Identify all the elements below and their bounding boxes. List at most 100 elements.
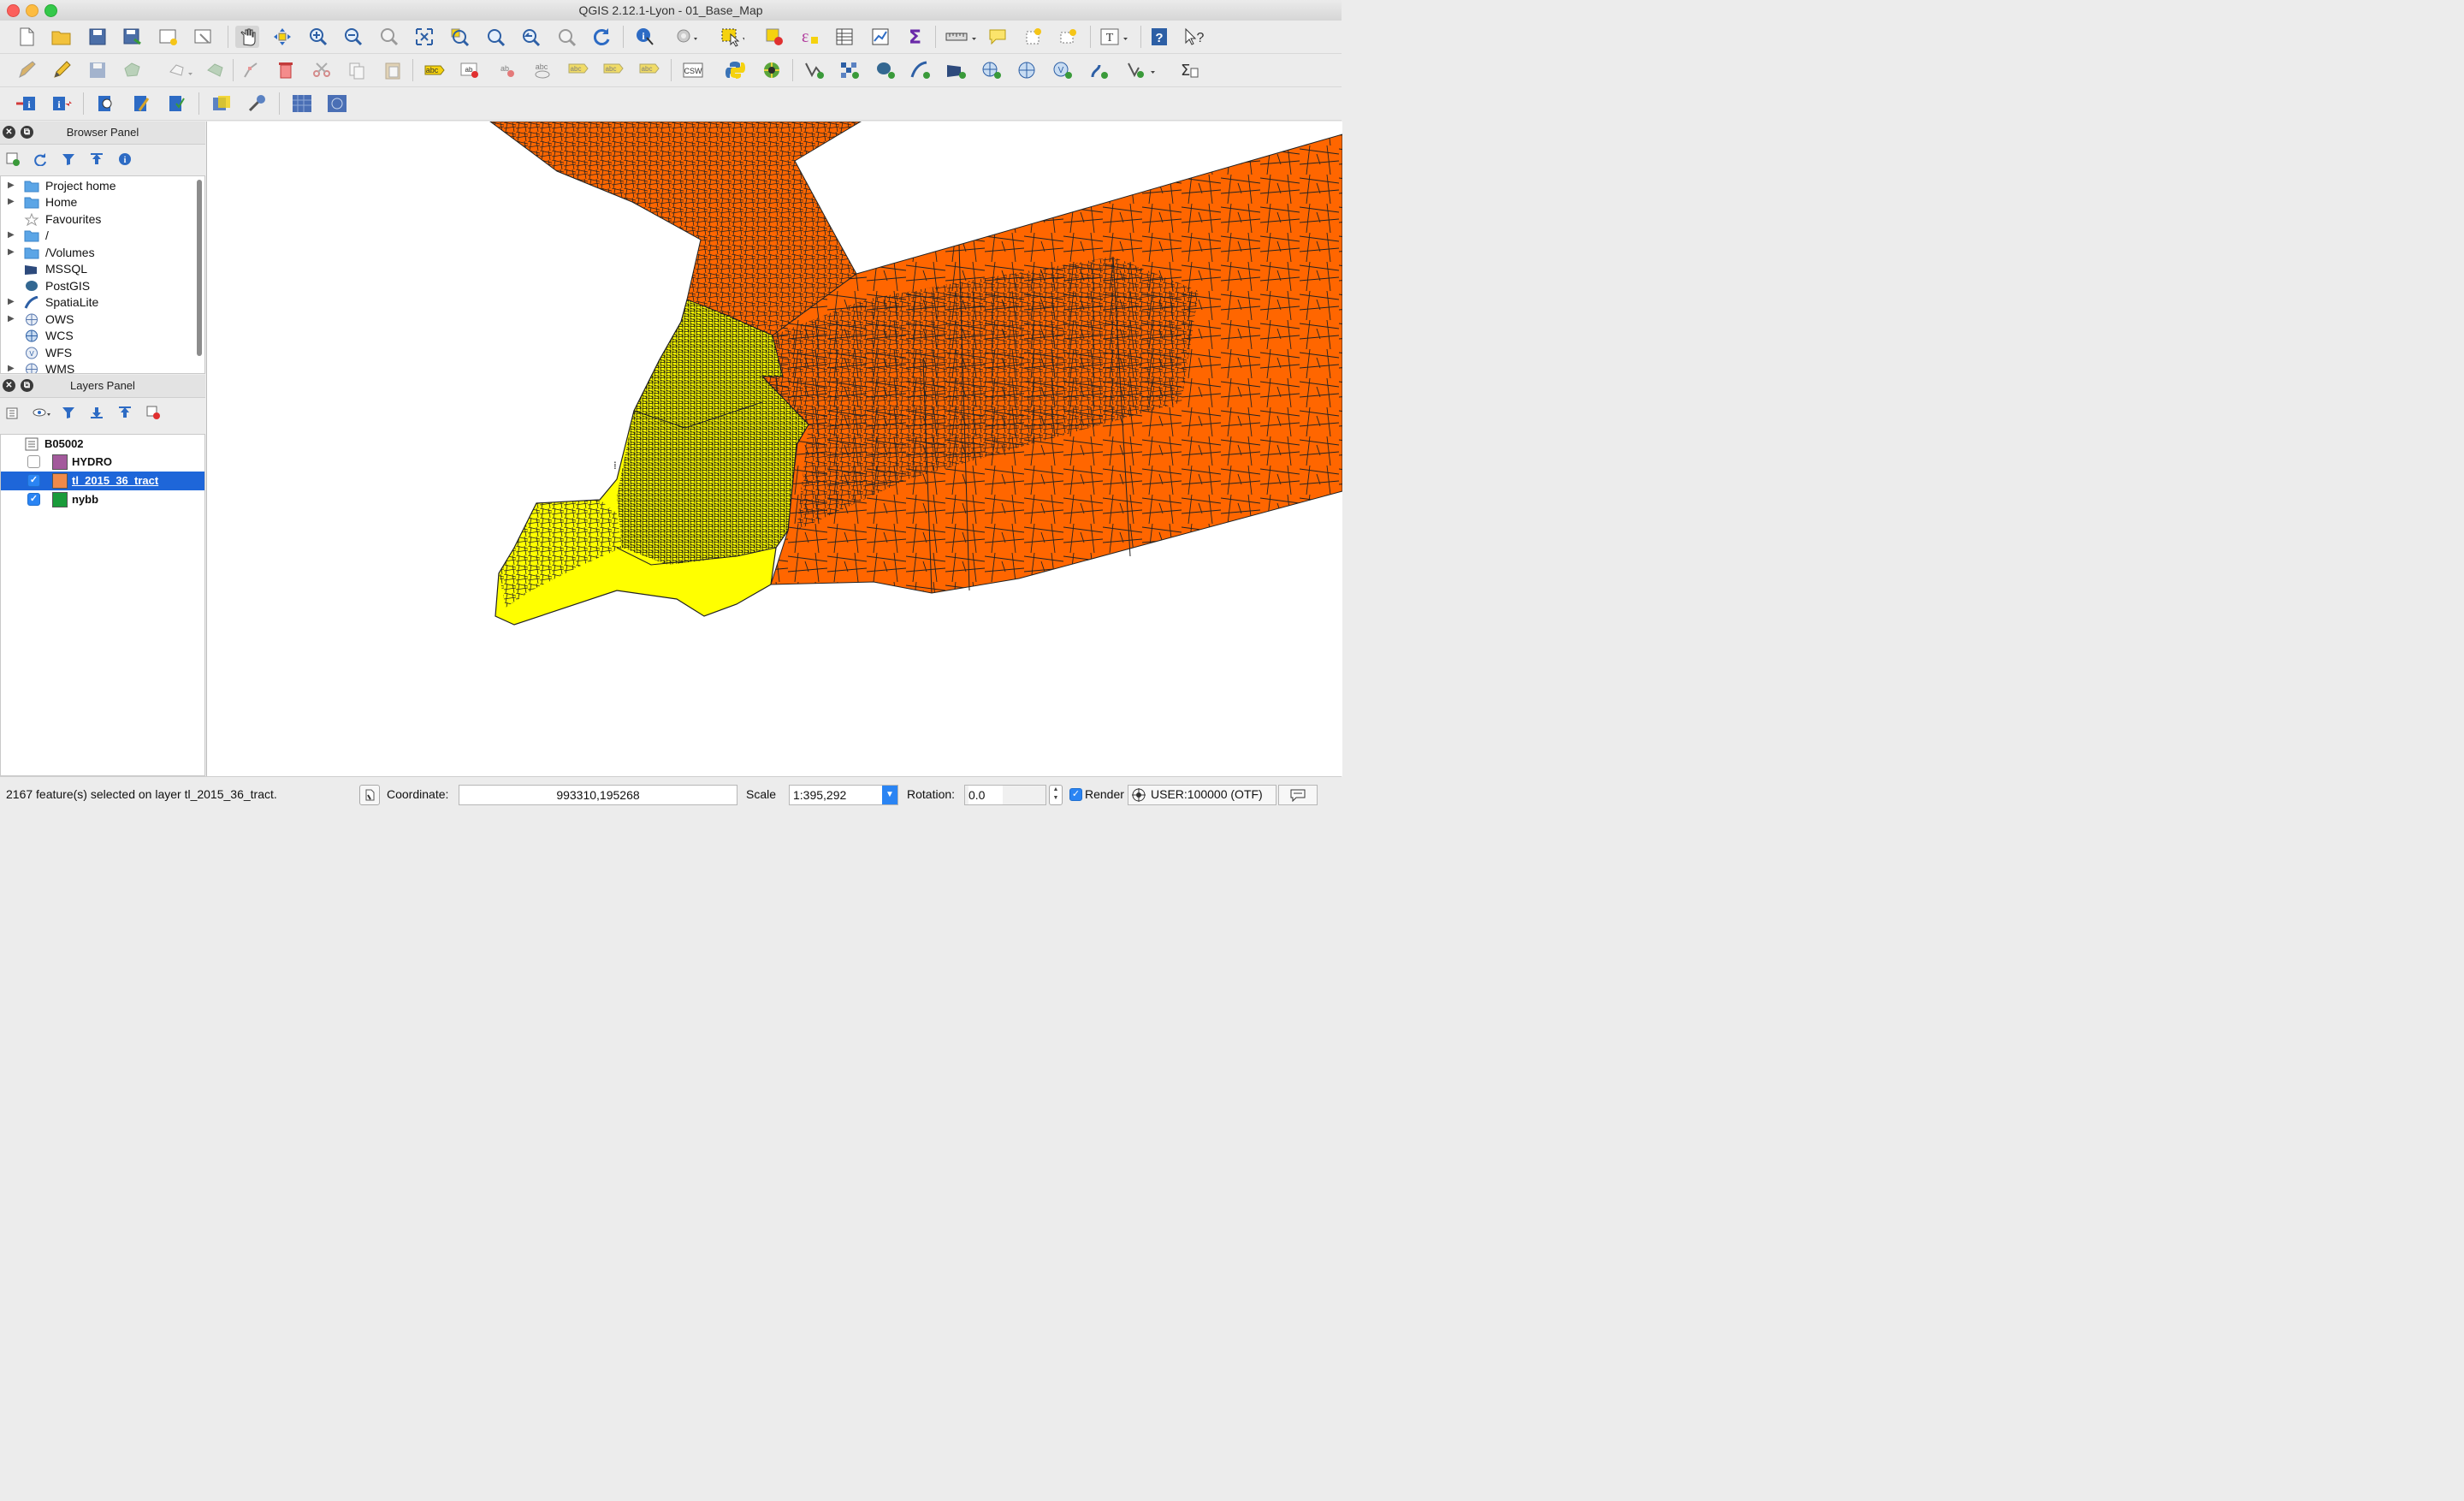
add-group-icon[interactable] <box>5 405 21 420</box>
new-print-composer-icon[interactable] <box>157 26 181 48</box>
zoom-actual-size-icon[interactable] <box>377 26 401 48</box>
change-label-icon[interactable]: abc <box>637 59 661 81</box>
remove-layer-icon[interactable] <box>145 405 161 420</box>
expand-arrow-icon[interactable]: ▶ <box>8 247 15 257</box>
browser-item-wms[interactable]: ▶ WMS <box>1 361 194 373</box>
field-calculator-icon[interactable]: Σ <box>1177 59 1201 81</box>
new-project-icon[interactable] <box>15 26 38 48</box>
pan-to-selection-icon[interactable] <box>270 26 294 48</box>
add-vector-layer-icon[interactable] <box>803 59 826 81</box>
properties-icon[interactable]: i <box>117 151 133 167</box>
add-raster-layer-icon[interactable] <box>838 59 862 81</box>
select-by-expression-icon[interactable]: ε <box>797 26 821 48</box>
heatmap-icon[interactable] <box>290 92 314 115</box>
interpolation-icon[interactable] <box>325 92 349 115</box>
toggle-extents-mouse-icon[interactable] <box>359 785 380 805</box>
zoom-to-layer-icon[interactable] <box>483 26 507 48</box>
paste-features-icon[interactable] <box>381 59 405 81</box>
filter-icon[interactable] <box>61 151 76 167</box>
refresh-icon[interactable] <box>589 26 613 48</box>
show-hide-labels-icon[interactable]: abc <box>530 59 554 81</box>
browser-item-postgis[interactable]: PostGIS <box>1 278 194 294</box>
filter-legend-icon[interactable] <box>61 405 76 420</box>
text-annotation-icon[interactable]: T <box>1099 26 1134 48</box>
browser-item-project-home[interactable]: ▶ Project home <box>1 178 194 194</box>
statistical-summary-icon[interactable] <box>868 26 892 48</box>
layer-visibility-checkbox[interactable] <box>27 455 40 468</box>
cut-features-icon[interactable] <box>310 59 334 81</box>
georeferencer-icon[interactable] <box>210 92 234 115</box>
add-spatialite-layer-icon[interactable] <box>909 59 933 81</box>
node-tool-icon[interactable] <box>204 59 228 81</box>
browser-item-spatialite[interactable]: ▶ SpatiaLite <box>1 294 194 311</box>
messages-icon[interactable] <box>1278 785 1318 805</box>
add-wfs-layer-icon[interactable]: V <box>1051 59 1075 81</box>
save-as-icon[interactable] <box>121 26 145 48</box>
zoom-next-icon[interactable] <box>554 26 578 48</box>
current-edits-icon[interactable] <box>15 59 38 81</box>
zoom-last-icon[interactable] <box>518 26 542 48</box>
zoom-out-icon[interactable] <box>341 26 365 48</box>
layer-visibility-checkbox[interactable]: ✓ <box>27 474 40 487</box>
csw-search-icon[interactable]: CSW <box>681 59 705 81</box>
crs-status-button[interactable]: USER:100000 (OTF) <box>1128 785 1276 805</box>
whats-this-icon[interactable]: ? <box>1182 26 1206 48</box>
delete-selected-icon[interactable] <box>274 59 298 81</box>
layer-labeling-options-icon[interactable]: abc <box>423 59 447 81</box>
map-tips-icon[interactable] <box>986 26 1010 48</box>
highlight-pinned-labels-icon[interactable]: ab <box>459 59 483 81</box>
add-feature-icon[interactable] <box>121 59 145 81</box>
save-project-icon[interactable] <box>86 26 110 48</box>
render-checkbox[interactable]: ✓ <box>1069 788 1082 801</box>
coordinate-field[interactable]: 993310,195268 <box>459 785 737 805</box>
browser-item-root[interactable]: ▶ / <box>1 228 194 244</box>
expand-all-icon[interactable] <box>89 405 104 420</box>
show-bookmarks-icon[interactable] <box>1057 26 1081 48</box>
identify-features-icon[interactable]: i <box>633 26 657 48</box>
metadata-out-icon[interactable]: i <box>50 92 74 115</box>
add-postgis-layer-icon[interactable] <box>874 59 897 81</box>
new-shapefile-layer-icon[interactable] <box>1126 59 1160 81</box>
scale-combobox[interactable]: 1:395,292 ▼ <box>789 785 898 805</box>
save-layer-edits-icon[interactable] <box>86 59 110 81</box>
select-features-icon[interactable] <box>720 26 744 48</box>
collapse-all-icon[interactable] <box>117 405 133 420</box>
layer-visibility-checkbox[interactable]: ✓ <box>27 493 40 506</box>
expand-arrow-icon[interactable]: ▶ <box>8 297 15 306</box>
deselect-all-icon[interactable] <box>762 26 786 48</box>
help-contents-icon[interactable]: ? <box>1147 26 1171 48</box>
refresh-icon[interactable] <box>33 151 48 167</box>
expand-arrow-icon[interactable]: ▶ <box>8 197 15 206</box>
rotation-stepper[interactable]: ▲ ▼ <box>1049 785 1063 805</box>
python-console-icon[interactable] <box>724 59 748 81</box>
browser-item-home[interactable]: ▶ Home <box>1 194 194 211</box>
add-delimited-text-layer-icon[interactable] <box>1087 59 1111 81</box>
toggle-editing-icon[interactable] <box>50 59 74 81</box>
layer-row-tl-2015-36-tract[interactable]: ✓ tl_2015_36_tract <box>1 472 204 490</box>
open-project-icon[interactable] <box>50 26 74 48</box>
move-label-icon[interactable]: abc <box>566 59 590 81</box>
run-feature-action-icon[interactable] <box>675 26 699 48</box>
browser-item-favourites[interactable]: Favourites <box>1 211 194 228</box>
expand-arrow-icon[interactable]: ▶ <box>8 314 15 323</box>
metadata-validator-icon[interactable] <box>165 92 189 115</box>
pan-map-icon[interactable] <box>235 26 259 48</box>
browser-item-wcs[interactable]: WCS <box>1 328 194 344</box>
zoom-in-icon[interactable] <box>306 26 330 48</box>
zoom-to-selection-icon[interactable] <box>447 26 471 48</box>
processing-toolbox-icon[interactable] <box>760 59 784 81</box>
add-mssql-layer-icon[interactable] <box>945 59 968 81</box>
move-feature-icon[interactable] <box>168 59 197 81</box>
collapse-all-icon[interactable] <box>89 151 104 167</box>
expand-arrow-icon[interactable]: ▶ <box>8 364 15 373</box>
metadata-in-icon[interactable]: i <box>15 92 38 115</box>
node-tool-icon[interactable] <box>240 59 264 81</box>
rotate-label-icon[interactable]: abc <box>601 59 625 81</box>
browser-scrollbar[interactable] <box>197 180 202 356</box>
layer-group-row[interactable]: B05002 <box>1 435 204 454</box>
composer-manager-icon[interactable] <box>192 26 216 48</box>
browser-item-ows[interactable]: ▶ OWS <box>1 311 194 328</box>
expand-arrow-icon[interactable]: ▶ <box>8 230 15 240</box>
rotation-field[interactable]: 0.0 <box>964 785 1046 805</box>
plugin-tool-icon[interactable] <box>246 92 270 115</box>
